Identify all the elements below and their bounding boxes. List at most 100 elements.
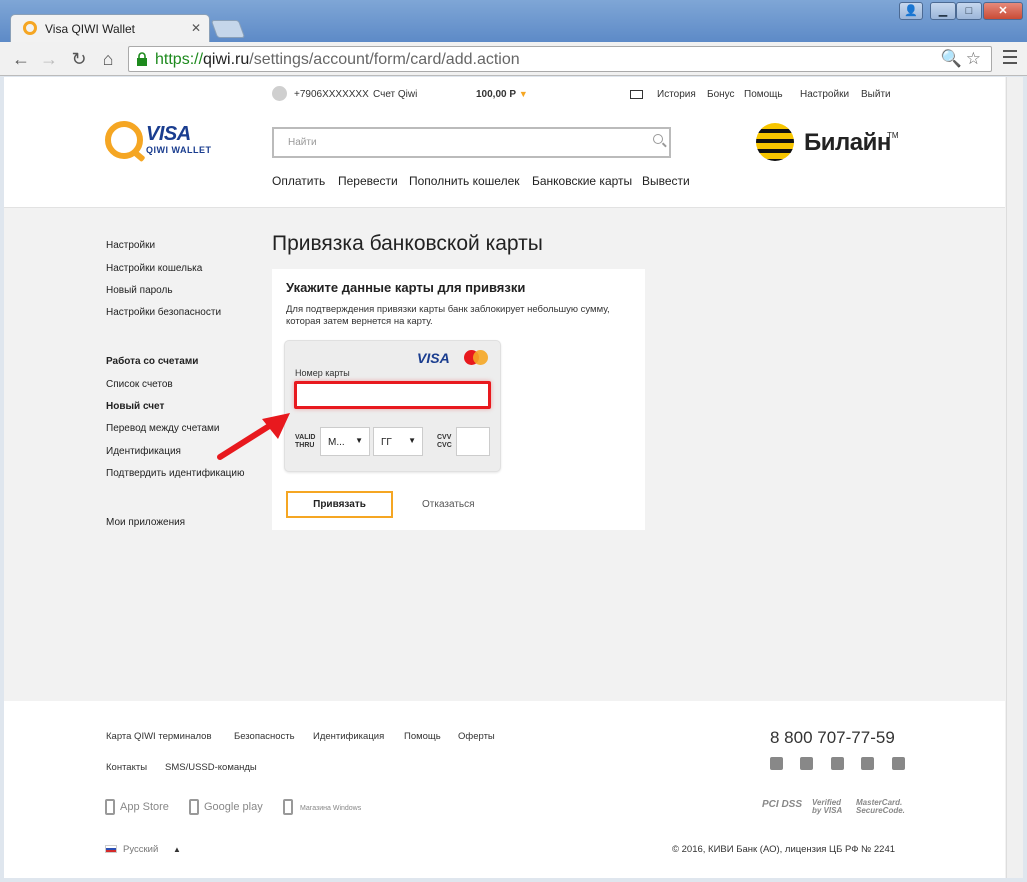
footer-link-identification[interactable]: Идентификация — [313, 731, 384, 742]
mastercard-logo-icon — [464, 350, 488, 365]
sidebar-item-accounts-list[interactable]: Список счетов — [106, 379, 173, 390]
back-icon[interactable]: ← — [10, 48, 32, 70]
scrollbar[interactable] — [1006, 77, 1023, 878]
red-arrow-icon — [217, 413, 290, 460]
browser-toolbar: ← → ↻ ⌂ https://qiwi.ru/settings/account… — [0, 42, 1027, 76]
sidebar-item-new-account[interactable]: Новый счет — [106, 401, 164, 412]
logo-subtitle[interactable]: QIWI WALLET — [146, 145, 212, 155]
nav-transfer[interactable]: Перевести — [338, 174, 398, 188]
top-link-history[interactable]: История — [657, 89, 696, 100]
balance-dropdown-icon: ▼ — [518, 89, 528, 99]
avatar[interactable] — [272, 86, 287, 101]
search-input[interactable]: Найти — [272, 127, 671, 158]
footer-link-security[interactable]: Безопасность — [234, 731, 295, 742]
youtube-icon[interactable] — [831, 757, 844, 770]
sidebar-item-wallet-settings[interactable]: Настройки кошелька — [106, 263, 202, 274]
odnoklassniki-icon[interactable] — [800, 757, 813, 770]
valid-thru-label: VALID THRU — [295, 434, 316, 449]
account-link[interactable]: Счет Qiwi — [373, 89, 417, 100]
windows-icon[interactable] — [283, 799, 293, 815]
panel-title: Укажите данные карты для привязки — [286, 280, 526, 295]
sidebar-item-transfer-between[interactable]: Перевод между счетами — [106, 423, 219, 434]
facebook-icon[interactable] — [892, 757, 905, 770]
site-footer: Карта QIWI терминалов Безопасность Идент… — [4, 701, 1005, 878]
close-window-button[interactable]: ✕ — [983, 2, 1023, 20]
copyright: © 2016, КИВИ Банк (АО), лицензия ЦБ РФ №… — [672, 844, 896, 855]
sidebar-item-my-apps[interactable]: Мои приложения — [106, 517, 185, 528]
card-number-input[interactable] — [294, 381, 491, 409]
tab-title: Visa QIWI Wallet — [45, 22, 136, 36]
chevron-up-icon[interactable]: ▲ — [173, 845, 181, 854]
beeline-logo-icon[interactable] — [756, 123, 794, 161]
top-link-help[interactable]: Помощь — [744, 89, 783, 100]
top-link-settings[interactable]: Настройки — [800, 89, 849, 100]
page-viewport: +7906XXXXXXX Счет Qiwi 100,00 Р ▼ Истори… — [4, 77, 1023, 878]
pci-dss-badge: PCI DSS — [762, 799, 803, 810]
year-select[interactable]: ГГ ▼ — [373, 427, 423, 456]
top-link-bonus[interactable]: Бонус — [707, 89, 735, 100]
qiwi-favicon-icon — [23, 21, 37, 35]
footer-link-offers[interactable]: Оферты — [458, 731, 495, 742]
cancel-link[interactable]: Отказаться — [422, 499, 475, 510]
nav-bank-cards[interactable]: Банковские карты — [532, 174, 632, 188]
reload-icon[interactable]: ↻ — [68, 48, 90, 70]
sidebar-item-identification[interactable]: Идентификация — [106, 446, 181, 457]
chevron-down-icon: ▼ — [355, 436, 363, 445]
vk-icon[interactable] — [770, 757, 783, 770]
nav-topup[interactable]: Пополнить кошелек — [409, 174, 520, 188]
home-icon[interactable]: ⌂ — [97, 48, 119, 70]
sidebar-group-title: Работа со счетами — [106, 356, 199, 367]
windows-store-link[interactable]: Магазина Windows — [300, 805, 361, 812]
browser-tab[interactable]: Visa QIWI Wallet ✕ — [10, 14, 210, 42]
verified-by-visa-badge: Verified by VISA — [812, 798, 843, 815]
qiwi-logo-icon[interactable] — [105, 121, 143, 159]
balance[interactable]: 100,00 Р ▼ — [476, 89, 528, 100]
menu-icon[interactable] — [1003, 50, 1017, 68]
footer-link-contacts[interactable]: Контакты — [106, 762, 147, 773]
page-title: Привязка банковской карты — [272, 232, 543, 255]
russian-flag-icon — [105, 845, 117, 853]
google-play-icon[interactable] — [189, 799, 199, 815]
month-select[interactable]: М... ▼ — [320, 427, 370, 456]
search-placeholder: Найти — [288, 137, 317, 148]
minimize-button[interactable]: ▁ — [930, 2, 956, 20]
partner-name[interactable]: Билайн — [804, 129, 891, 157]
nav-withdraw[interactable]: Вывести — [642, 174, 690, 188]
card-form-panel: Укажите данные карты для привязки Для по… — [272, 269, 645, 530]
browser-titlebar: Visa QIWI Wallet ✕ 👤 ▁ □ ✕ — [0, 0, 1027, 42]
zoom-and-bookmark-icons[interactable]: 🔍☆ — [941, 49, 985, 69]
top-link-logout[interactable]: Выйти — [861, 89, 891, 100]
panel-description: Для подтверждения привязки карты банк за… — [286, 304, 610, 327]
footer-link-help[interactable]: Помощь — [404, 731, 441, 742]
site-header: +7906XXXXXXX Счет Qiwi 100,00 Р ▼ Истори… — [4, 77, 1005, 208]
google-play-link[interactable]: Google play — [204, 801, 263, 813]
footer-link-terminals[interactable]: Карта QIWI терминалов — [106, 731, 212, 742]
apple-icon[interactable] — [105, 799, 115, 815]
cvv-input[interactable] — [456, 427, 490, 456]
twitter-icon[interactable] — [861, 757, 874, 770]
forward-icon[interactable]: → — [38, 48, 60, 70]
sidebar-item-security[interactable]: Настройки безопасности — [106, 307, 221, 318]
lock-icon — [137, 52, 147, 66]
nav-pay[interactable]: Оплатить — [272, 174, 325, 188]
app-store-link[interactable]: App Store — [120, 801, 169, 813]
user-profile-icon[interactable]: 👤 — [899, 2, 923, 20]
card-form: VISA Номер карты VALID THRU М... ▼ ГГ ▼ CV… — [284, 340, 501, 472]
search-icon[interactable] — [653, 134, 663, 144]
card-number-label: Номер карты — [295, 368, 350, 378]
sidebar-item-new-password[interactable]: Новый пароль — [106, 285, 173, 296]
visa-logo-icon: VISA — [417, 350, 450, 366]
footer-link-sms[interactable]: SMS/USSD-команды — [165, 762, 257, 773]
address-bar[interactable]: https://qiwi.ru/settings/account/form/ca… — [128, 46, 992, 72]
sidebar-item-confirm-identification[interactable]: Подтвердить идентификацию — [106, 468, 244, 479]
maximize-button[interactable]: □ — [956, 2, 982, 20]
close-tab-icon[interactable]: ✕ — [191, 21, 201, 35]
mail-icon[interactable] — [630, 90, 643, 99]
logo-visa-text[interactable]: VISA — [146, 123, 191, 146]
language-selector[interactable]: Русский — [123, 844, 158, 855]
bind-card-button[interactable]: Привязать — [286, 491, 393, 518]
sidebar-item-settings[interactable]: Настройки — [106, 240, 155, 251]
partner-tm: TM — [887, 131, 899, 140]
new-tab-button[interactable] — [210, 20, 246, 38]
mastercard-securecode-badge: MasterCard. SecureCode. — [856, 798, 905, 815]
